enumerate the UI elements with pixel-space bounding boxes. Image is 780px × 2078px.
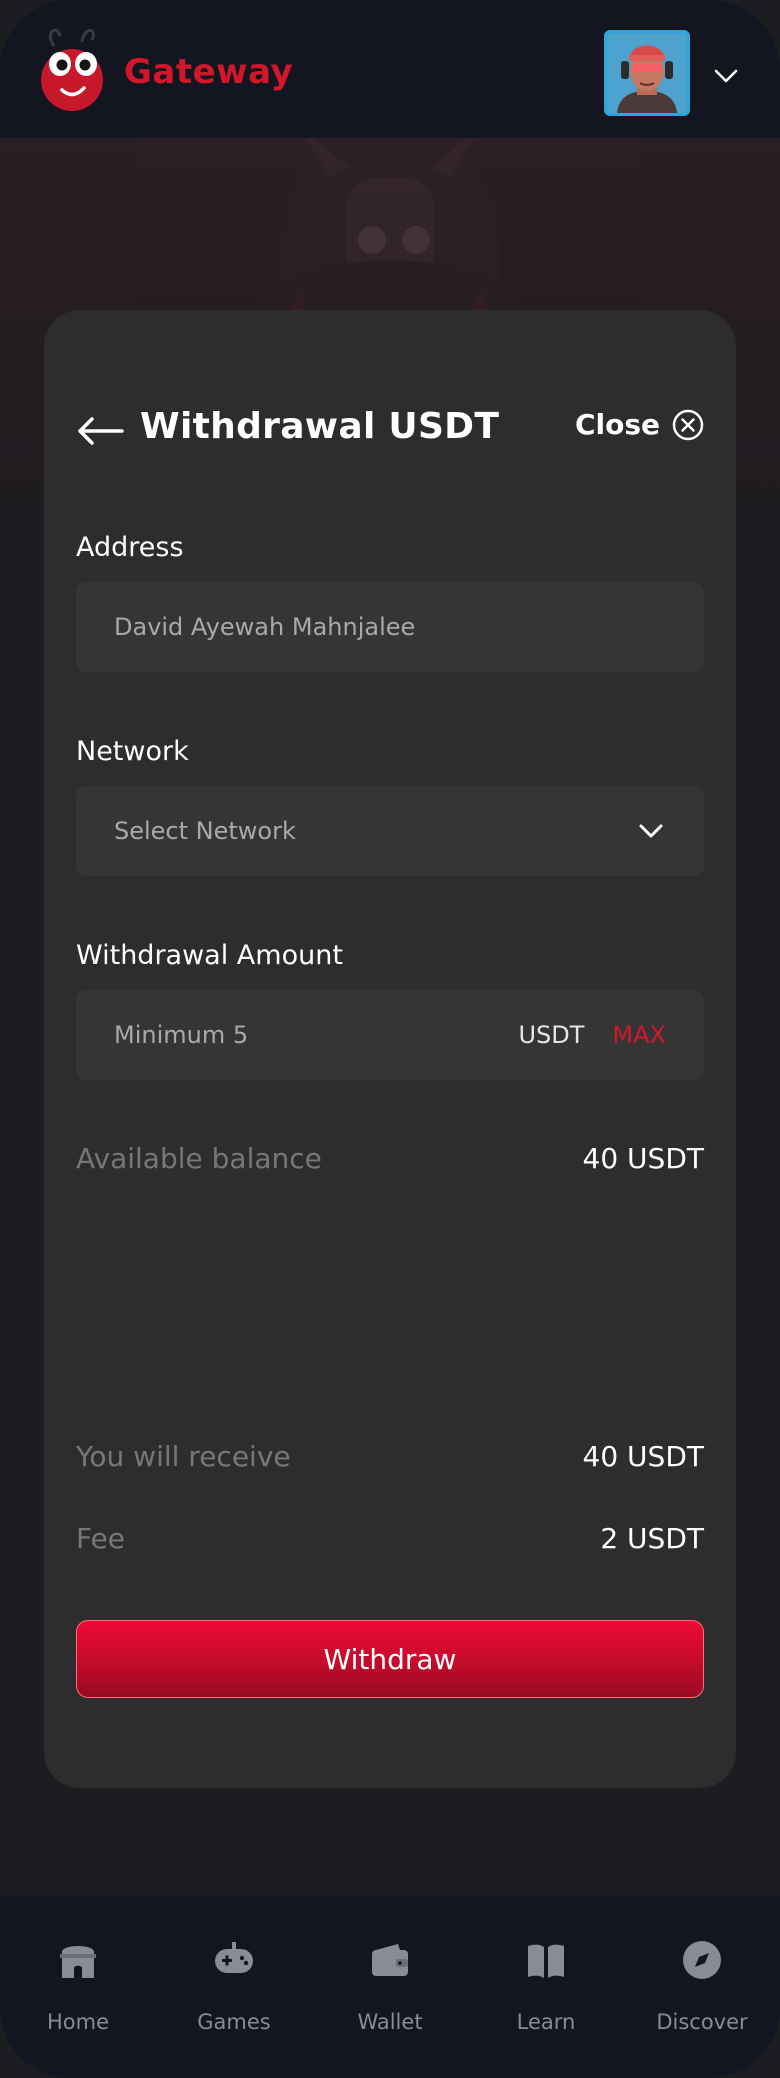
fee-label: Fee: [76, 1522, 126, 1555]
nav-item-games[interactable]: Games: [156, 1896, 312, 2078]
max-button[interactable]: MAX: [612, 1021, 666, 1049]
available-balance-label: Available balance: [76, 1142, 322, 1175]
nav-label-discover: Discover: [656, 2010, 748, 2034]
user-avatar[interactable]: [604, 30, 690, 116]
amount-label: Withdrawal Amount: [76, 940, 343, 971]
avatar-image: [607, 33, 687, 113]
back-arrow-icon[interactable]: [76, 416, 124, 446]
nav-item-learn[interactable]: Learn: [468, 1896, 624, 2078]
close-circle-icon: [672, 409, 704, 440]
nav-item-wallet[interactable]: Wallet: [312, 1896, 468, 2078]
brand-logo[interactable]: Gateway: [36, 18, 293, 118]
mascot-logo-icon: [41, 28, 103, 111]
app-screen: Gateway Withdrawal USDT Close Address Da…: [0, 0, 780, 2078]
card-header: Withdrawal USDT Close: [76, 402, 704, 462]
gamepad-icon: [215, 1942, 253, 1973]
network-label: Network: [76, 736, 189, 767]
available-balance-row: Available balance 40 USDT: [76, 1142, 704, 1175]
nav-item-discover[interactable]: Discover: [624, 1896, 780, 2078]
wallet-icon: [372, 1944, 408, 1976]
nav-label-home: Home: [46, 2010, 109, 2034]
chevron-down-icon: [639, 824, 663, 838]
compass-icon: [683, 1941, 721, 1979]
amount-input[interactable]: Minimum 5 USDT MAX: [76, 990, 704, 1080]
address-field[interactable]: David Ayewah Mahnjalee: [76, 582, 704, 672]
home-icon: [60, 1946, 96, 1978]
amount-placeholder: Minimum 5: [114, 1021, 249, 1049]
nav-label-learn: Learn: [516, 2010, 576, 2034]
address-label: Address: [76, 532, 184, 563]
chevron-down-icon[interactable]: [712, 62, 740, 90]
withdraw-card: Withdrawal USDT Close Address David Ayew…: [44, 310, 736, 1788]
nav-item-home[interactable]: Home: [0, 1896, 156, 2078]
fee-value: 2 USDT: [600, 1522, 704, 1555]
nav-label-games: Games: [197, 2010, 271, 2034]
bottom-nav: Home Games Wallet Learn Discover: [0, 1896, 780, 2078]
receive-row: You will receive 40 USDT: [76, 1440, 704, 1473]
amount-unit: USDT: [518, 1021, 585, 1049]
close-label: Close: [574, 408, 660, 441]
network-placeholder: Select Network: [114, 817, 296, 845]
nav-label-wallet: Wallet: [357, 2010, 423, 2034]
receive-label: You will receive: [76, 1440, 291, 1473]
address-value: David Ayewah Mahnjalee: [114, 613, 416, 641]
brand-name: Gateway: [124, 52, 294, 92]
available-balance-value: 40 USDT: [582, 1142, 704, 1175]
book-icon: [528, 1944, 564, 1978]
close-button[interactable]: Close: [575, 408, 704, 441]
receive-value: 40 USDT: [582, 1440, 704, 1473]
fee-row: Fee 2 USDT: [76, 1522, 704, 1555]
withdraw-button-label: Withdraw: [323, 1642, 457, 1676]
page-title: Withdrawal USDT: [140, 406, 500, 447]
withdraw-button[interactable]: Withdraw: [76, 1620, 704, 1698]
top-header: Gateway: [0, 0, 780, 138]
network-select[interactable]: Select Network: [76, 786, 704, 876]
